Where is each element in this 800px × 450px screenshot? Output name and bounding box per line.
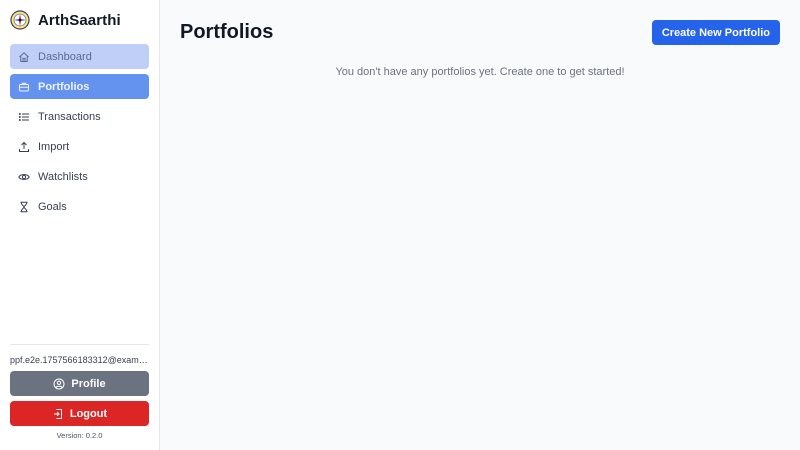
sidebar-divider — [10, 344, 149, 345]
user-circle-icon — [53, 378, 65, 390]
sidebar-item-label: Goals — [38, 200, 67, 213]
hourglass-icon — [18, 201, 30, 213]
compass-logo-icon — [10, 10, 30, 30]
sidebar-nav: Dashboard Portfolios Transactions Import… — [0, 40, 159, 224]
sidebar-item-goals[interactable]: Goals — [10, 194, 149, 219]
sidebar-item-portfolios[interactable]: Portfolios — [10, 74, 149, 99]
app-root: ArthSaarthi Dashboard Portfolios Transac… — [0, 0, 800, 450]
logout-icon — [52, 408, 64, 420]
sidebar-item-dashboard[interactable]: Dashboard — [10, 44, 149, 69]
sidebar-item-import[interactable]: Import — [10, 134, 149, 159]
sidebar-item-transactions[interactable]: Transactions — [10, 104, 149, 129]
page-title: Portfolios — [180, 21, 274, 43]
sidebar-item-label: Watchlists — [38, 170, 88, 183]
sidebar-item-label: Import — [38, 140, 70, 153]
sidebar-item-label: Transactions — [38, 110, 101, 123]
list-icon — [18, 111, 30, 123]
profile-button-label: Profile — [71, 377, 106, 390]
briefcase-icon — [18, 81, 30, 93]
version-label: Version: 0.2.0 — [56, 431, 103, 440]
sidebar-item-label: Portfolios — [38, 80, 90, 93]
profile-button[interactable]: Profile — [10, 371, 149, 396]
logout-button-label: Logout — [69, 407, 108, 420]
page-header: Portfolios Create New Portfolio — [180, 16, 780, 49]
main-content: Portfolios Create New Portfolio You don'… — [160, 0, 800, 450]
sidebar-item-watchlists[interactable]: Watchlists — [10, 164, 149, 189]
eye-icon — [18, 171, 30, 183]
sidebar: ArthSaarthi Dashboard Portfolios Transac… — [0, 0, 160, 450]
sidebar-item-label: Dashboard — [38, 50, 92, 63]
logout-button[interactable]: Logout — [10, 401, 149, 426]
app-name: ArthSaarthi — [38, 11, 121, 29]
home-icon — [18, 51, 30, 63]
upload-icon — [18, 141, 30, 153]
brand[interactable]: ArthSaarthi — [0, 0, 159, 40]
sidebar-footer: ppf.e2e.1757566183312@example.com Profil… — [0, 344, 159, 450]
create-portfolio-button[interactable]: Create New Portfolio — [651, 20, 780, 45]
empty-state-message: You don't have any portfolios yet. Creat… — [335, 66, 625, 78]
user-email: ppf.e2e.1757566183312@example.com — [10, 355, 149, 365]
